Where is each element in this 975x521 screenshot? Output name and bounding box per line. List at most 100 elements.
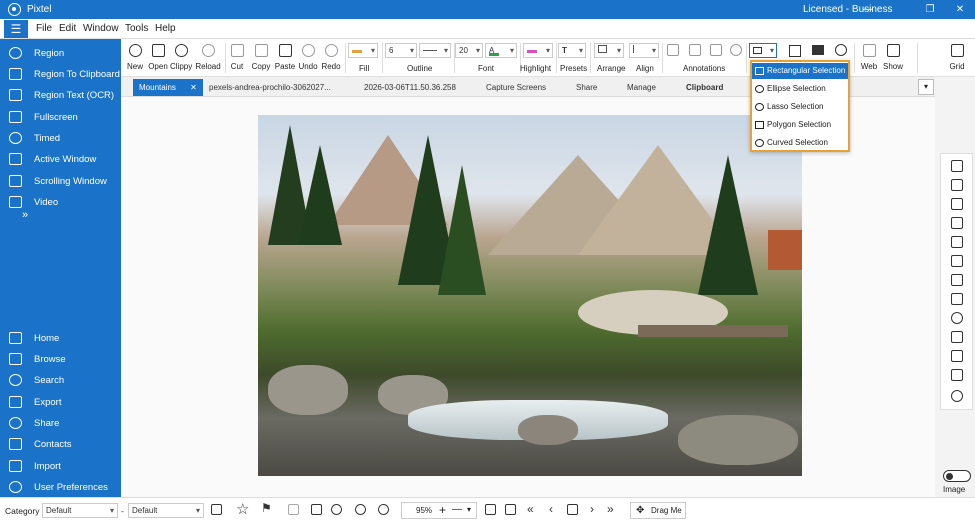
sidebar-item-video[interactable]: Video bbox=[0, 192, 121, 212]
outline-width-select[interactable]: 6 bbox=[385, 43, 417, 58]
sidebar-item-region-to-clipboard[interactable]: Region To Clipboard bbox=[0, 64, 121, 84]
category-select[interactable]: Default bbox=[42, 503, 118, 518]
last-page-icon[interactable]: » bbox=[607, 502, 614, 516]
sidebar-item-contacts[interactable]: Contacts bbox=[0, 434, 121, 454]
align-select[interactable] bbox=[629, 43, 659, 58]
paste-button[interactable]: Paste bbox=[273, 42, 297, 76]
info-icon[interactable] bbox=[331, 504, 342, 515]
picture-icon[interactable] bbox=[951, 255, 963, 267]
rotate-icon[interactable] bbox=[951, 198, 963, 210]
copy-button[interactable]: Copy bbox=[250, 42, 272, 76]
menu-help[interactable]: Help bbox=[155, 23, 176, 34]
zoom-in-button[interactable]: + bbox=[439, 503, 446, 517]
pin-icon[interactable] bbox=[667, 44, 679, 56]
drag-me-handle[interactable]: ✥ Drag Me bbox=[630, 502, 686, 519]
border-icon[interactable] bbox=[951, 331, 963, 343]
tab-capture-screens[interactable]: Capture Screens bbox=[486, 79, 546, 96]
effects-wand-icon[interactable] bbox=[951, 293, 963, 305]
clippy-button[interactable]: Clippy bbox=[170, 42, 192, 76]
tab-share[interactable]: Share bbox=[576, 79, 597, 96]
menu-window[interactable]: Window bbox=[83, 23, 119, 34]
sidebar-item-region[interactable]: Region bbox=[0, 43, 121, 63]
new-button[interactable]: New bbox=[124, 42, 146, 76]
star-icon[interactable]: ☆ bbox=[236, 500, 249, 518]
redo-button[interactable]: Redo bbox=[320, 42, 342, 76]
tab-manage[interactable]: Manage bbox=[627, 79, 656, 96]
preset-select[interactable]: Default bbox=[128, 503, 204, 518]
notes-icon[interactable] bbox=[211, 504, 222, 515]
perspective-icon[interactable] bbox=[951, 236, 963, 248]
presets-select[interactable]: T bbox=[558, 43, 586, 58]
zoom-out-button[interactable]: — bbox=[452, 504, 462, 515]
menu-item-rectangular-selection[interactable]: Rectangular Selection bbox=[752, 63, 848, 79]
tab-pexels-file[interactable]: pexels-andrea-prochilo-3062027... bbox=[209, 79, 331, 96]
close-tab-icon[interactable]: ✕ bbox=[190, 83, 197, 92]
magic-wand-icon[interactable] bbox=[951, 274, 963, 286]
undo-button[interactable]: Undo bbox=[297, 42, 319, 76]
tab-timestamp[interactable]: 2026-03-06T11.50.36.258 bbox=[364, 79, 456, 96]
tab-clipboard[interactable]: Clipboard bbox=[686, 79, 723, 96]
sidebar-item-export[interactable]: Export bbox=[0, 392, 121, 412]
web-button[interactable]: Web bbox=[858, 42, 880, 76]
outline-style-select[interactable] bbox=[419, 43, 451, 58]
image-icon[interactable] bbox=[812, 45, 824, 55]
grid-button[interactable]: Grid bbox=[945, 42, 969, 76]
fill-color-picker[interactable] bbox=[348, 43, 378, 58]
tab-mountains[interactable]: Mountains ✕ bbox=[133, 79, 203, 96]
minimize-button[interactable]: — bbox=[854, 1, 882, 18]
sidebar-more-icon[interactable]: » bbox=[22, 209, 28, 221]
next-page-icon[interactable]: › bbox=[590, 502, 594, 516]
menu-item-polygon-selection[interactable]: Polygon Selection bbox=[752, 117, 848, 133]
sidebar-item-region-text-ocr[interactable]: Region Text (OCR) bbox=[0, 85, 121, 105]
link-icon[interactable] bbox=[355, 504, 366, 515]
stamp-icon[interactable] bbox=[730, 44, 742, 56]
flip-icon[interactable] bbox=[951, 217, 963, 229]
tag-icon[interactable] bbox=[311, 504, 322, 515]
sidebar-item-fullscreen[interactable]: Fullscreen bbox=[0, 107, 121, 127]
settings-gear-icon[interactable] bbox=[951, 390, 963, 402]
show-button[interactable]: Show bbox=[881, 42, 905, 76]
bookmark-icon[interactable] bbox=[288, 504, 299, 515]
reload-button[interactable]: Reload bbox=[194, 42, 222, 76]
highlight-color-picker[interactable] bbox=[523, 43, 553, 58]
resize-canvas-icon[interactable] bbox=[951, 160, 963, 172]
menu-tools[interactable]: Tools bbox=[125, 23, 148, 34]
zoom-icon[interactable] bbox=[835, 44, 847, 56]
sidebar-item-browse[interactable]: Browse bbox=[0, 349, 121, 369]
brush-icon[interactable] bbox=[710, 44, 722, 56]
arrange-select[interactable] bbox=[594, 43, 624, 58]
restore-button[interactable]: ❐ bbox=[916, 1, 944, 18]
sidebar-item-import[interactable]: Import bbox=[0, 456, 121, 476]
menu-edit[interactable]: Edit bbox=[59, 23, 76, 34]
fit-screen-icon[interactable] bbox=[485, 504, 496, 515]
sidebar-item-timed[interactable]: Timed bbox=[0, 128, 121, 148]
first-page-icon[interactable]: « bbox=[527, 502, 534, 516]
hamburger-menu-icon[interactable]: ☰ bbox=[4, 20, 28, 38]
crop-icon[interactable] bbox=[789, 45, 801, 57]
open-button[interactable]: Open bbox=[146, 42, 170, 76]
image-canvas[interactable] bbox=[121, 97, 935, 497]
history-icon[interactable] bbox=[378, 504, 389, 515]
crop-tool-icon[interactable] bbox=[951, 179, 963, 191]
draw-icon[interactable] bbox=[689, 44, 701, 56]
sidebar-item-scrolling-window[interactable]: Scrolling Window bbox=[0, 171, 121, 191]
menu-item-ellipse-selection[interactable]: Ellipse Selection bbox=[752, 81, 848, 97]
font-size-select[interactable]: 20 bbox=[455, 43, 483, 58]
menu-item-lasso-selection[interactable]: Lasso Selection bbox=[752, 99, 848, 115]
sidebar-item-active-window[interactable]: Active Window bbox=[0, 149, 121, 169]
caption-icon[interactable] bbox=[951, 350, 963, 362]
sidebar-item-user-preferences[interactable]: User Preferences bbox=[0, 477, 121, 497]
selection-tool-select[interactable] bbox=[749, 43, 777, 58]
tab-list-dropdown[interactable]: ▾ bbox=[918, 79, 934, 95]
cut-button[interactable]: Cut bbox=[228, 42, 246, 76]
zoom-dropdown-icon[interactable]: ▾ bbox=[467, 505, 471, 514]
font-color-picker[interactable]: A bbox=[485, 43, 517, 58]
mountain-landscape-photo[interactable] bbox=[258, 115, 802, 476]
current-page-icon[interactable] bbox=[567, 504, 578, 515]
actual-size-icon[interactable] bbox=[505, 504, 516, 515]
image-toggle-switch[interactable] bbox=[943, 470, 971, 482]
sidebar-item-home[interactable]: Home bbox=[0, 328, 121, 348]
close-button[interactable]: ✕ bbox=[946, 1, 974, 18]
menu-file[interactable]: File bbox=[36, 23, 52, 34]
sidebar-item-share[interactable]: Share bbox=[0, 413, 121, 433]
